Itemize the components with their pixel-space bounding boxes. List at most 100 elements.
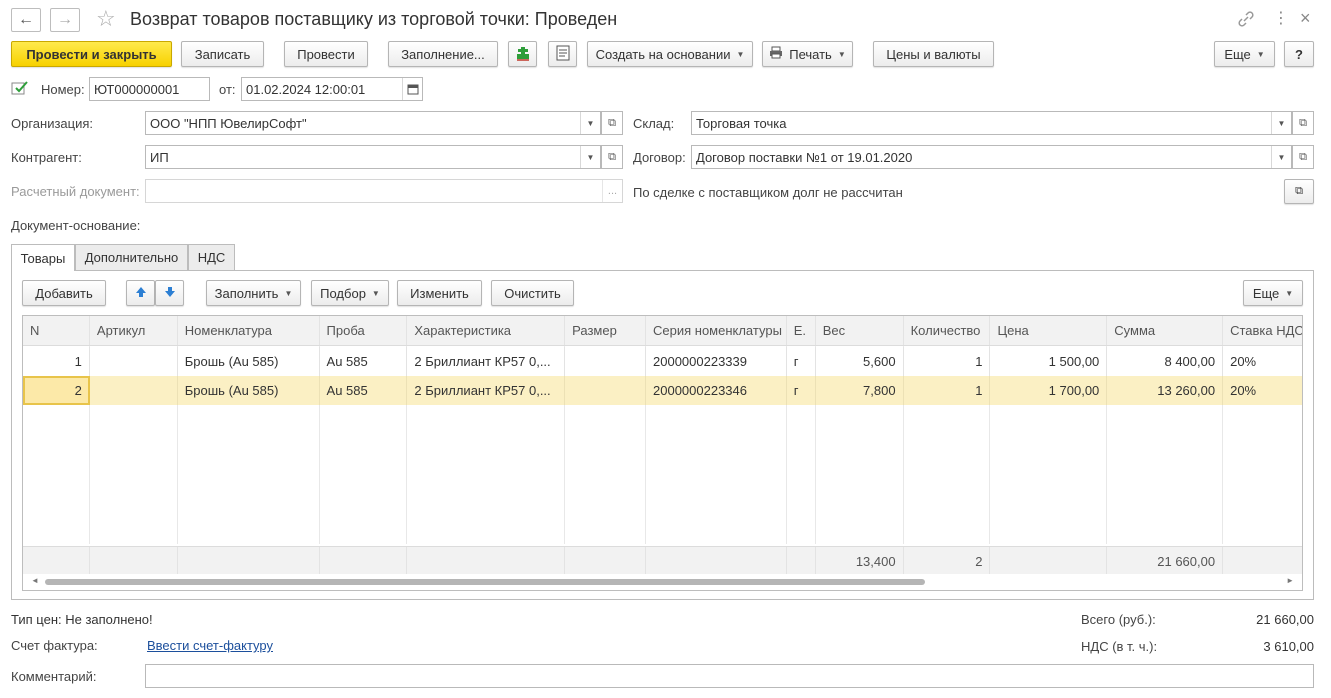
warehouse-open-button[interactable]: ⧉	[1292, 111, 1314, 135]
contractor-open-button[interactable]: ⧉	[601, 145, 623, 169]
organization-field[interactable]: ООО "НПП ЮвелирСофт" ▼	[145, 111, 601, 135]
column-header[interactable]: Е.	[787, 316, 816, 345]
settlement-document-field[interactable]: ...	[145, 179, 623, 203]
column-header[interactable]: Проба	[320, 316, 408, 345]
total-cell	[90, 547, 178, 576]
chevron-down-icon[interactable]: ▼	[580, 146, 600, 168]
move-down-button[interactable]	[155, 280, 184, 306]
fill-table-button[interactable]: Заполнить ▼	[206, 280, 301, 306]
amount-cell[interactable]: 13 260,00	[1107, 376, 1224, 405]
help-button[interactable]: ?	[1284, 41, 1314, 67]
quantity-cell[interactable]: 1	[904, 376, 991, 405]
price-cell[interactable]: 1 700,00	[990, 376, 1108, 405]
column-header[interactable]: Серия номенклатуры	[646, 316, 787, 345]
back-button[interactable]: ←	[11, 8, 41, 32]
date-field[interactable]: 01.02.2024 12:00:01	[241, 77, 423, 101]
prices-currency-button[interactable]: Цены и валюты	[873, 41, 994, 67]
row-number-cell[interactable]: 1	[23, 347, 90, 376]
size-cell[interactable]	[565, 376, 646, 405]
contract-value: Договор поставки №1 от 19.01.2020	[696, 149, 913, 165]
horizontal-scrollbar[interactable]: ◄ ►	[23, 574, 1302, 590]
contract-field[interactable]: Договор поставки №1 от 19.01.2020 ▼	[691, 145, 1292, 169]
assay-cell[interactable]: Au 585	[320, 347, 408, 376]
move-up-button[interactable]	[126, 280, 155, 306]
add-structure-button[interactable]	[508, 41, 537, 67]
comment-field[interactable]	[145, 664, 1314, 688]
scroll-right-icon[interactable]: ►	[1286, 576, 1294, 585]
warehouse-field[interactable]: Торговая точка ▼	[691, 111, 1292, 135]
tab-vat[interactable]: НДС	[188, 244, 235, 270]
close-icon[interactable]: ×	[1300, 8, 1311, 29]
link-icon[interactable]	[1237, 10, 1255, 33]
nomenclature-cell[interactable]: Брошь (Au 585)	[178, 347, 320, 376]
table-row[interactable]: 2 Брошь (Au 585) Au 585 2 Бриллиант КР57…	[23, 376, 1302, 405]
chevron-down-icon[interactable]: ▼	[580, 112, 600, 134]
column-header[interactable]: Сумма	[1107, 316, 1224, 345]
post-and-close-button[interactable]: Провести и закрыть	[11, 41, 172, 67]
series-cell[interactable]: 2000000223339	[646, 347, 787, 376]
change-button[interactable]: Изменить	[397, 280, 482, 306]
enter-invoice-link[interactable]: Ввести счет-фактуру	[147, 638, 273, 653]
tab-additional[interactable]: Дополнительно	[75, 244, 188, 270]
report-button[interactable]	[548, 41, 577, 67]
chevron-down-icon[interactable]: ▼	[1271, 146, 1291, 168]
amount-cell[interactable]: 8 400,00	[1107, 347, 1224, 376]
comment-label: Комментарий:	[11, 669, 97, 684]
characteristic-cell[interactable]: 2 Бриллиант КР57 0,...	[407, 347, 566, 376]
size-cell[interactable]	[565, 347, 646, 376]
unit-cell[interactable]: г	[787, 347, 816, 376]
forward-button[interactable]: →	[50, 8, 80, 32]
column-header[interactable]: Размер	[565, 316, 646, 345]
scroll-left-icon[interactable]: ◄	[31, 576, 39, 585]
unit-cell[interactable]: г	[787, 376, 816, 405]
calendar-icon[interactable]	[402, 78, 422, 100]
arrow-left-icon: ←	[18, 11, 34, 28]
chevron-down-icon[interactable]: ▼	[1271, 112, 1291, 134]
contract-open-button[interactable]: ⧉	[1292, 145, 1314, 169]
article-cell[interactable]	[90, 376, 178, 405]
column-header[interactable]: Цена	[990, 316, 1108, 345]
quantity-cell[interactable]: 1	[904, 347, 991, 376]
column-header[interactable]: Ставка НДС	[1223, 316, 1302, 345]
table-row[interactable]: 1 Брошь (Au 585) Au 585 2 Бриллиант КР57…	[23, 347, 1302, 376]
article-cell[interactable]	[90, 347, 178, 376]
column-header[interactable]: N	[23, 316, 90, 345]
fill-button[interactable]: Заполнение...	[388, 41, 498, 67]
column-header[interactable]: Характеристика	[407, 316, 566, 345]
series-cell[interactable]: 2000000223346	[646, 376, 787, 405]
goods-table[interactable]: N Артикул Номенклатура Проба Характерист…	[22, 315, 1303, 591]
debt-open-button[interactable]: ⧉	[1284, 179, 1314, 204]
column-header[interactable]: Вес	[816, 316, 904, 345]
row-number-cell[interactable]: 2	[23, 376, 90, 405]
table-more-button[interactable]: Еще ▼	[1243, 280, 1303, 306]
column-header[interactable]: Количество	[904, 316, 991, 345]
more-vertical-icon[interactable]: ⋮	[1273, 8, 1289, 28]
vat-rate-cell[interactable]: 20%	[1223, 376, 1302, 405]
tab-goods[interactable]: Товары	[11, 244, 75, 271]
characteristic-cell[interactable]: 2 Бриллиант КР57 0,...	[407, 376, 566, 405]
contractor-field[interactable]: ИП ▼	[145, 145, 601, 169]
post-button[interactable]: Провести	[284, 41, 368, 67]
add-row-button[interactable]: Добавить	[22, 280, 106, 306]
weight-cell[interactable]: 5,600	[816, 347, 904, 376]
star-icon[interactable]: ☆	[96, 6, 116, 32]
more-button[interactable]: Еще ▼	[1214, 41, 1275, 67]
write-button[interactable]: Записать	[181, 41, 264, 67]
pick-button[interactable]: Подбор ▼	[311, 280, 389, 306]
column-header[interactable]: Артикул	[90, 316, 178, 345]
organization-open-button[interactable]: ⧉	[601, 111, 623, 135]
assay-cell[interactable]: Au 585	[320, 376, 408, 405]
print-button[interactable]: Печать ▼	[762, 41, 853, 67]
contractor-label: Контрагент:	[11, 150, 82, 165]
weight-cell[interactable]: 7,800	[816, 376, 904, 405]
scrollbar-thumb[interactable]	[45, 579, 925, 585]
create-based-on-button[interactable]: Создать на основании ▼	[587, 41, 753, 67]
price-cell[interactable]: 1 500,00	[990, 347, 1108, 376]
column-header[interactable]: Номенклатура	[178, 316, 320, 345]
number-field[interactable]: ЮТ000000001	[89, 77, 210, 101]
organization-value: ООО "НПП ЮвелирСофт"	[150, 115, 307, 131]
clear-button[interactable]: Очистить	[491, 280, 574, 306]
nomenclature-cell[interactable]: Брошь (Au 585)	[178, 376, 320, 405]
ellipsis-icon[interactable]: ...	[602, 180, 622, 202]
vat-rate-cell[interactable]: 20%	[1223, 347, 1302, 376]
